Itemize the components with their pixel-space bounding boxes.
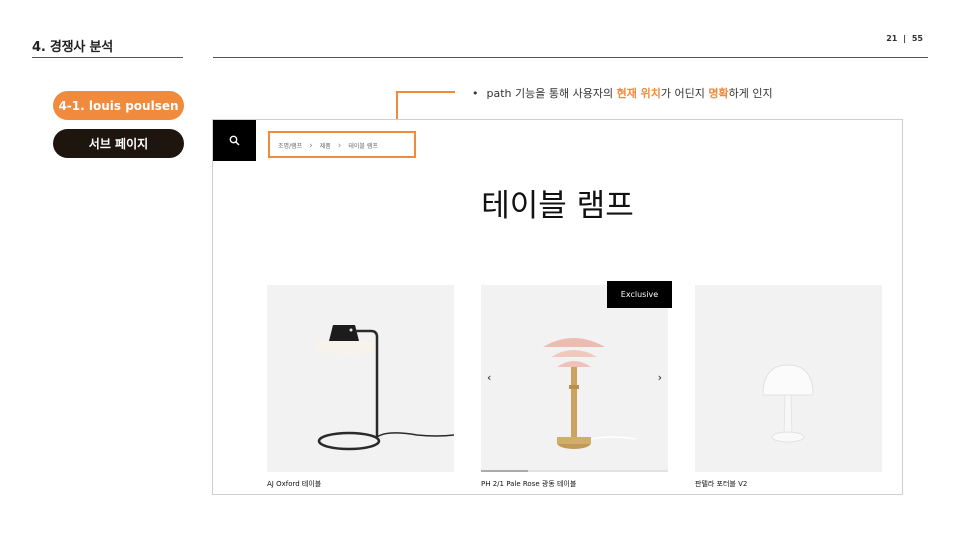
page-type-pill: 서브 페이지 bbox=[53, 129, 184, 158]
chevron-right-icon: › bbox=[337, 140, 342, 151]
page-heading: 테이블 램프 bbox=[481, 188, 634, 224]
page-separator: | bbox=[903, 34, 907, 43]
page-number: 21 | 55 bbox=[886, 34, 923, 43]
panthella-lamp-image bbox=[762, 364, 814, 443]
carousel-progress bbox=[481, 470, 668, 472]
header-rule-right bbox=[213, 57, 928, 58]
chevron-right-icon: › bbox=[309, 140, 313, 151]
aj-oxford-lamp-image bbox=[314, 325, 454, 451]
annotation-part3: 하게 인지 bbox=[728, 87, 773, 100]
chevron-left-icon[interactable]: ‹ bbox=[487, 371, 491, 384]
breadcrumb-item-lighting[interactable]: 조명/램프 bbox=[278, 141, 302, 150]
header-rule-left bbox=[32, 57, 183, 58]
website-screenshot: 조명/램프 › 제품 › 테이블 램프 테이블 램프 AJ Oxford 테이블 bbox=[212, 119, 903, 495]
product-name[interactable]: PH 2/1 Pale Rose 광동 테이블 bbox=[481, 479, 668, 489]
chevron-right-icon[interactable]: › bbox=[658, 371, 662, 384]
product-card[interactable]: ‹ › Exclusive PH 2/1 Pale Rose 광동 테이블 bbox=[481, 281, 672, 489]
exclusive-badge: Exclusive bbox=[607, 281, 672, 308]
annotation-highlight-2: 명확 bbox=[708, 87, 729, 100]
annotation-connector-horizontal bbox=[397, 91, 455, 93]
product-name[interactable]: AJ Oxford 테이블 bbox=[267, 479, 454, 489]
product-image[interactable]: ‹ › bbox=[481, 285, 668, 472]
breadcrumb: 조명/램프 › 제품 › 테이블 램프 bbox=[278, 141, 378, 150]
carousel-progress-fill bbox=[481, 470, 528, 472]
annotation-part1: path 기능을 통해 사용자의 bbox=[486, 87, 617, 100]
breadcrumb-item-table-lamps[interactable]: 테이블 램프 bbox=[348, 141, 378, 150]
product-card[interactable]: 판텔라 포터블 V2 bbox=[695, 285, 882, 489]
slide-title: 4. 경쟁사 분석 bbox=[32, 40, 114, 55]
search-button[interactable] bbox=[213, 120, 256, 161]
breadcrumb-highlight: 조명/램프 › 제품 › 테이블 램프 bbox=[268, 131, 416, 158]
product-name[interactable]: 판텔라 포터블 V2 bbox=[695, 479, 882, 489]
annotation-highlight-1: 현재 위치 bbox=[616, 87, 661, 100]
ph-pale-rose-lamp-image bbox=[543, 338, 637, 449]
breadcrumb-item-products[interactable]: 제품 bbox=[320, 141, 331, 150]
brand-pill: 4-1. louis poulsen bbox=[53, 91, 184, 120]
product-image[interactable] bbox=[267, 285, 454, 472]
page-current: 21 bbox=[886, 34, 898, 43]
product-card[interactable]: AJ Oxford 테이블 bbox=[267, 285, 454, 489]
search-icon bbox=[229, 135, 240, 146]
annotation-text: • path 기능을 통해 사용자의 현재 위치가 어딘지 명확하게 인지 bbox=[472, 85, 773, 101]
product-image[interactable] bbox=[695, 285, 882, 472]
annotation-part2: 가 어딘지 bbox=[660, 87, 709, 100]
annotation-bullet: • bbox=[472, 87, 479, 100]
page-total: 55 bbox=[911, 34, 923, 43]
